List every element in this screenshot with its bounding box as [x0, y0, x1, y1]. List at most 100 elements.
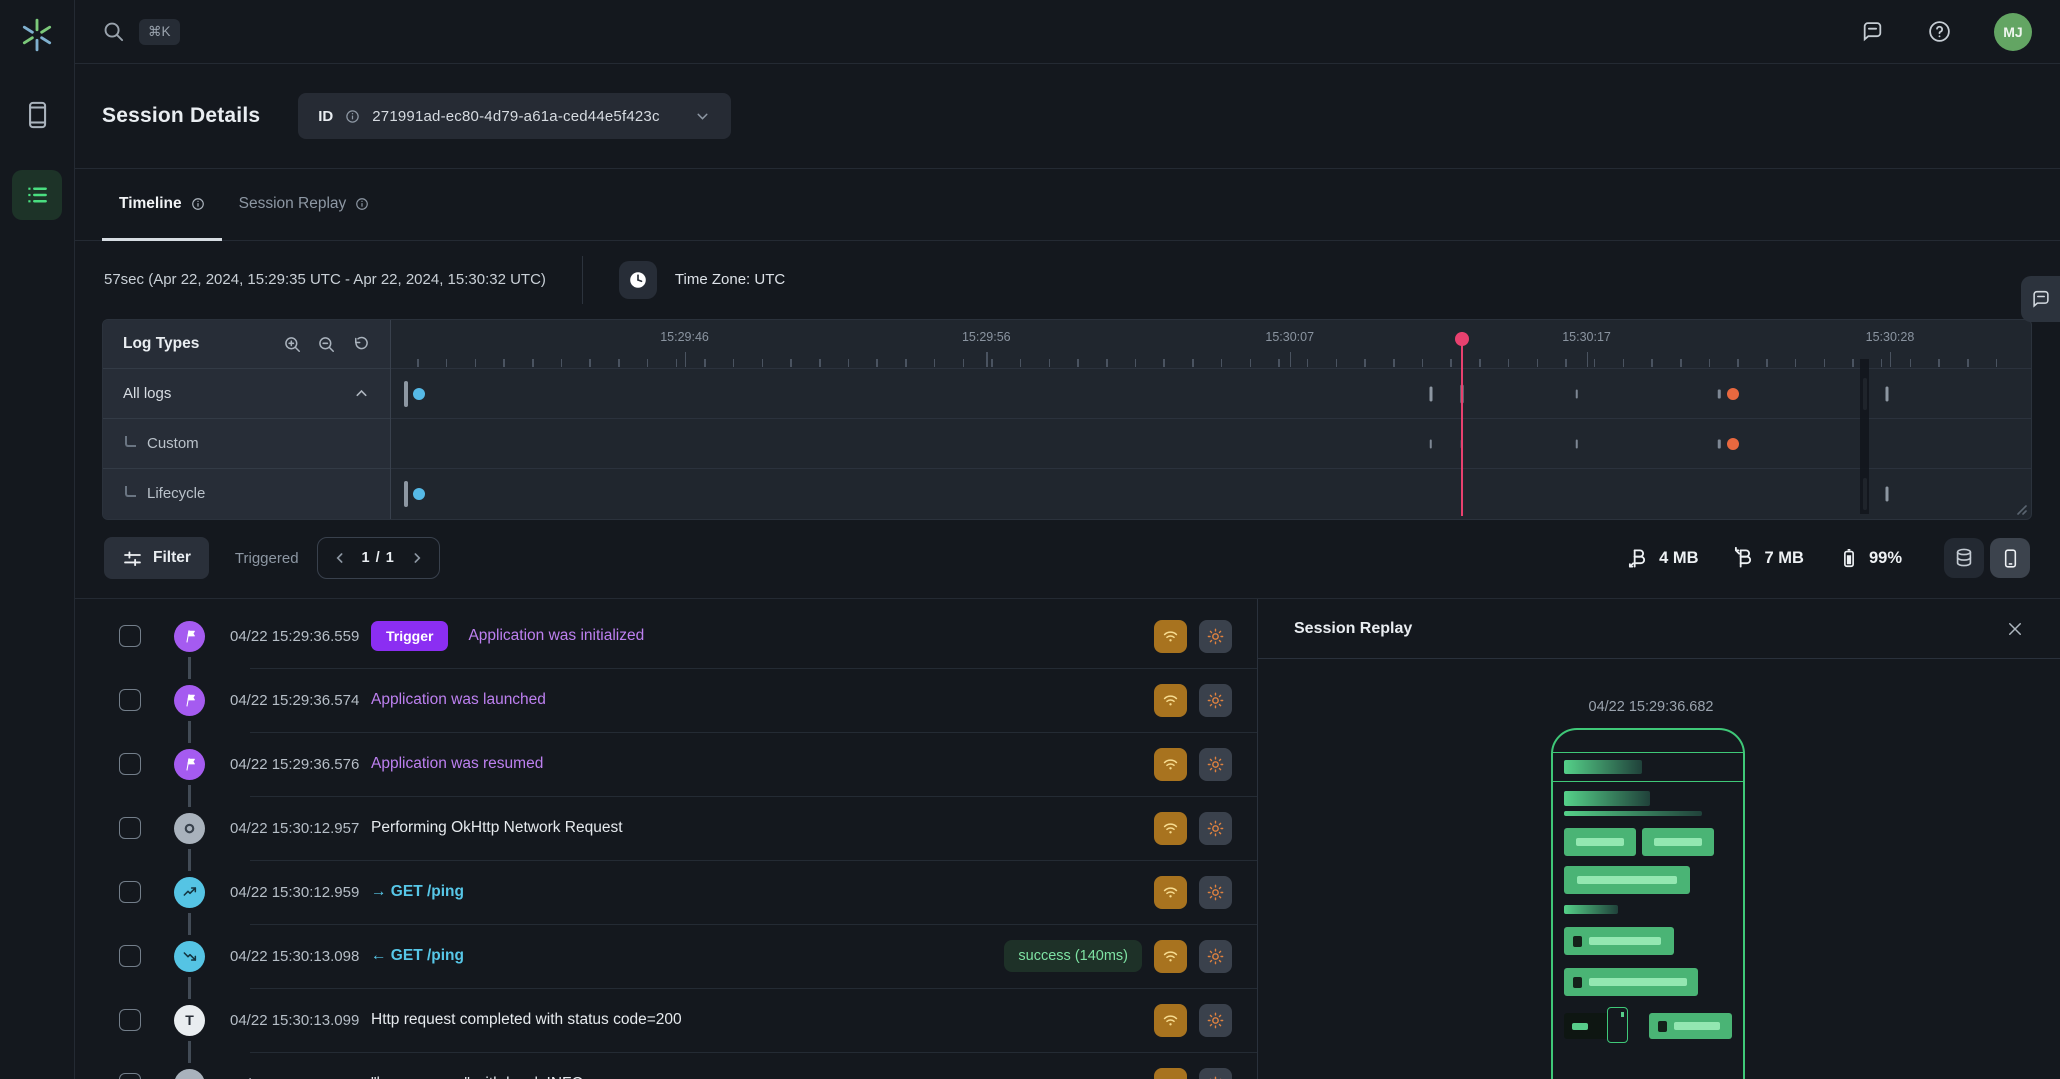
chevron-up-icon[interactable] — [353, 385, 370, 402]
brand-logo-icon[interactable] — [18, 16, 56, 54]
log-type-row-lifecycle[interactable]: Lifecycle — [103, 468, 390, 518]
zoom-in-icon[interactable] — [283, 335, 302, 354]
chevron-down-icon — [694, 108, 711, 125]
log-row-actions — [1154, 1004, 1257, 1037]
help-icon[interactable] — [1927, 19, 1952, 44]
timeline-marker-dot-blue — [413, 388, 425, 400]
log-row-checkbox[interactable] — [119, 945, 141, 967]
log-properties-button[interactable] — [1199, 1068, 1232, 1079]
timeline-track-lifecycle[interactable] — [391, 468, 2031, 518]
log-row[interactable]: 04/22 15:29:36.559TriggerApplication was… — [74, 604, 1257, 668]
log-row[interactable]: 04/22 15:30:17.034"log message" with lev… — [74, 1052, 1257, 1079]
session-stats: 4 MB7 MB99% — [1627, 538, 2030, 578]
timeline-track-custom[interactable] — [391, 418, 2031, 468]
log-type-row-all-logs[interactable]: All logs — [103, 368, 390, 418]
support-chat-tab[interactable] — [2021, 276, 2060, 322]
timeline-marker-bar — [404, 481, 408, 507]
log-row-checkbox[interactable] — [119, 881, 141, 903]
axis-tick-label: 15:29:56 — [962, 330, 1011, 344]
log-row[interactable]: 04/22 15:30:13.098← GET /pingsuccess (14… — [74, 924, 1257, 988]
log-row-checkbox[interactable] — [119, 689, 141, 711]
network-details-button[interactable] — [1154, 684, 1187, 717]
axis-minor-tick — [1651, 359, 1653, 367]
info-icon — [191, 197, 205, 211]
feedback-icon[interactable] — [1860, 19, 1885, 44]
resize-handle-icon[interactable] — [2014, 502, 2027, 515]
network-details-button[interactable] — [1154, 620, 1187, 653]
log-connector-line — [188, 1041, 191, 1063]
chevron-left-icon[interactable] — [332, 550, 348, 566]
replay-wire-row — [1564, 828, 1732, 856]
log-properties-button[interactable] — [1199, 748, 1232, 781]
filter-button[interactable]: Filter — [104, 537, 209, 579]
view-toggles — [1944, 538, 2030, 578]
log-properties-button[interactable] — [1199, 812, 1232, 845]
axis-minor-tick — [1938, 359, 1940, 367]
session-id-selector[interactable]: ID 271991ad-ec80-4d79-a61a-ced44e5f423c — [298, 93, 730, 139]
axis-minor-tick — [1422, 359, 1424, 367]
timeline-chart[interactable]: 15:29:4615:29:5615:30:0715:30:1715:30:28 — [391, 320, 2031, 519]
axis-minor-tick — [1106, 359, 1108, 367]
sidebar-item-devices[interactable] — [23, 100, 51, 130]
log-properties-button[interactable] — [1199, 684, 1232, 717]
wifi-icon — [1161, 819, 1180, 838]
log-row[interactable]: 04/22 15:30:12.957Performing OkHttp Netw… — [74, 796, 1257, 860]
tab-timeline[interactable]: Timeline — [102, 168, 222, 240]
log-row-checkbox[interactable] — [119, 625, 141, 647]
timeline-playhead[interactable] — [1461, 332, 1463, 516]
replay-wire-button — [1642, 828, 1714, 856]
timeline-axis: 15:29:4615:29:5615:30:0715:30:1715:30:28 — [391, 320, 2031, 368]
axis-minor-tick — [676, 359, 678, 367]
close-icon[interactable] — [2006, 620, 2024, 638]
log-type-row-custom[interactable]: Custom — [103, 418, 390, 468]
replay-title: Session Replay — [1294, 620, 1412, 638]
sidebar-item-session-logs[interactable] — [12, 170, 62, 220]
network-details-button[interactable] — [1154, 812, 1187, 845]
tab-session-replay[interactable]: Session Replay — [222, 168, 387, 240]
data-view-toggle[interactable] — [1944, 538, 1984, 578]
log-row-checkbox[interactable] — [119, 1009, 141, 1031]
log-row[interactable]: 04/22 15:30:12.959→ GET /ping — [74, 860, 1257, 924]
timeline-marker-tick-md — [1885, 486, 1888, 501]
log-row-checkbox[interactable] — [119, 817, 141, 839]
network-details-button[interactable] — [1154, 1068, 1187, 1079]
log-properties-button[interactable] — [1199, 1004, 1232, 1037]
network-details-button[interactable] — [1154, 1004, 1187, 1037]
stat-battery: 99% — [1838, 547, 1902, 570]
timeline-track-all-logs[interactable] — [391, 368, 2031, 418]
sun-icon — [1206, 755, 1225, 774]
timeline-marker-tick-md — [1429, 386, 1432, 401]
network-details-button[interactable] — [1154, 876, 1187, 909]
network-details-button[interactable] — [1154, 748, 1187, 781]
replay-view-toggle[interactable] — [1990, 538, 2030, 578]
log-properties-button[interactable] — [1199, 940, 1232, 973]
timeline-tools — [283, 335, 370, 354]
search-shortcut[interactable]: ⌘K — [139, 19, 180, 45]
log-toolbar: Filter Triggered 1 / 1 4 MB7 MB99% — [74, 518, 2060, 598]
timeline-marker-dot-blue — [413, 488, 425, 500]
axis-minor-tick — [475, 359, 477, 367]
log-row-checkbox[interactable] — [119, 753, 141, 775]
timeline-marker-tick-sm — [1718, 439, 1721, 448]
log-connector-line — [188, 977, 191, 999]
chevron-right-icon[interactable] — [409, 550, 425, 566]
log-row-checkbox[interactable] — [119, 1073, 141, 1079]
flag-icon — [174, 621, 205, 652]
log-types-column: Log Types — [103, 320, 391, 519]
log-row[interactable]: 04/22 15:29:36.574Application was launch… — [74, 668, 1257, 732]
network-details-button[interactable] — [1154, 940, 1187, 973]
filter-label: Filter — [153, 549, 191, 567]
search-icon[interactable] — [102, 20, 125, 43]
log-row[interactable]: T04/22 15:30:13.099Http request complete… — [74, 988, 1257, 1052]
zoom-out-icon[interactable] — [317, 335, 336, 354]
log-row[interactable]: 04/22 15:29:36.576Application was resume… — [74, 732, 1257, 796]
avatar[interactable]: MJ — [1994, 13, 2032, 51]
log-timestamp: 04/22 15:29:36.574 — [230, 692, 371, 709]
wifi-icon — [1161, 1011, 1180, 1030]
log-properties-button[interactable] — [1199, 620, 1232, 653]
timezone-button[interactable] — [619, 261, 657, 299]
reset-zoom-icon[interactable] — [351, 335, 370, 354]
data-sent-icon — [1627, 547, 1650, 570]
timeline-marker-tick-sm — [1575, 389, 1578, 398]
log-properties-button[interactable] — [1199, 876, 1232, 909]
